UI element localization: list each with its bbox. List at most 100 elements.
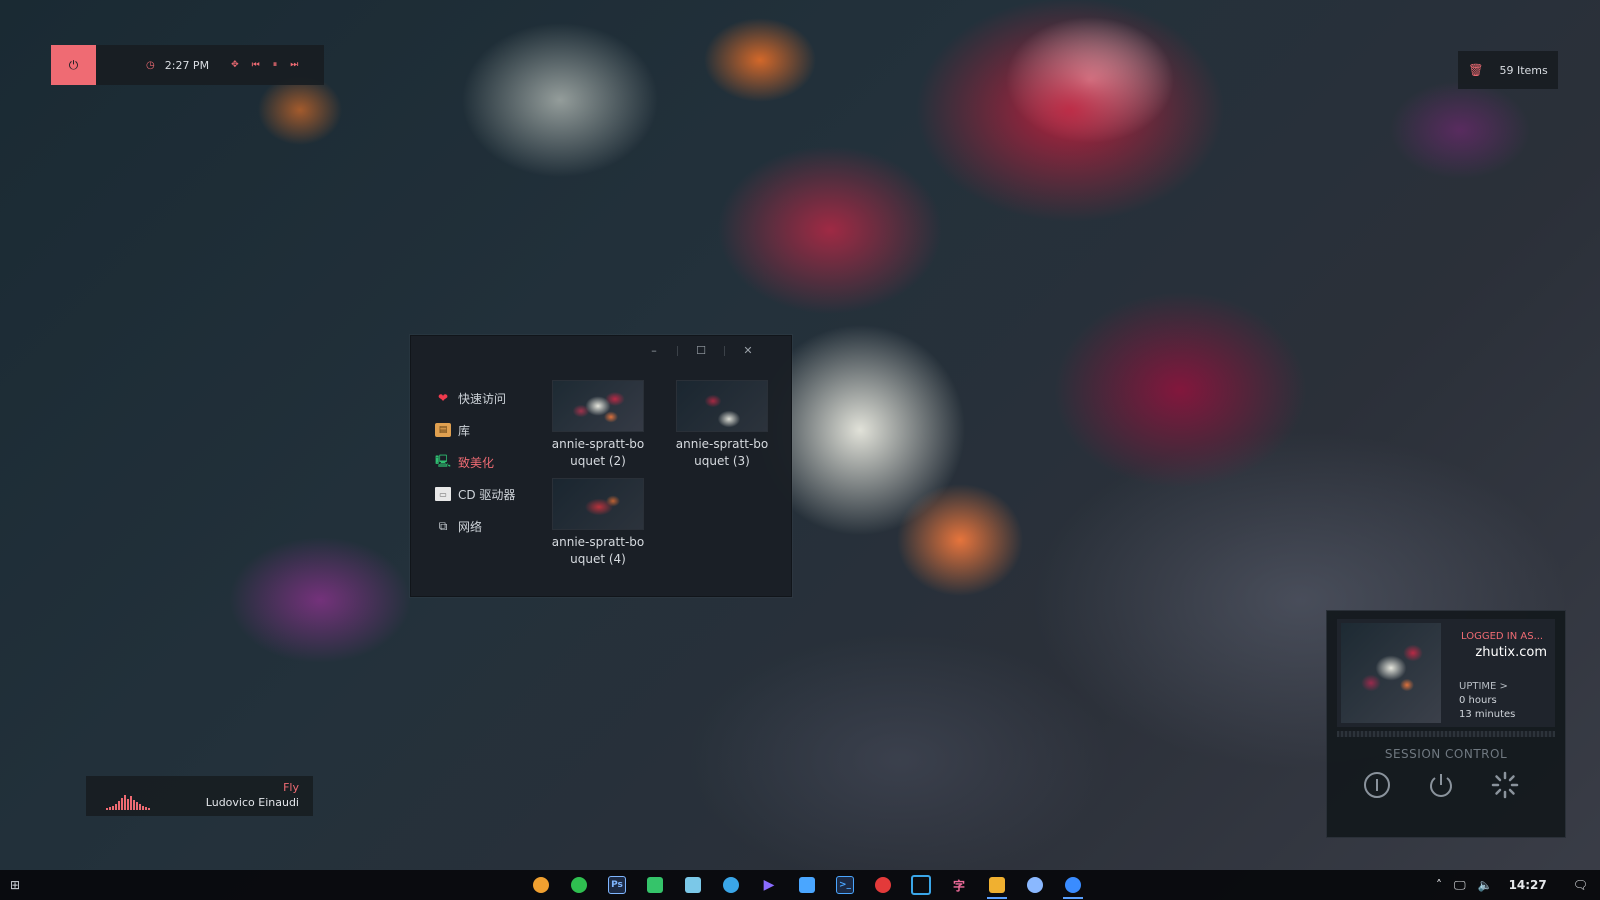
network-icon[interactable]: 🖵: [1454, 878, 1466, 893]
taskbar-app-qq[interactable]: [1016, 870, 1054, 900]
file-item[interactable]: annie-spratt-bouquet (2): [536, 380, 660, 470]
previous-icon[interactable]: ⏮: [252, 60, 260, 70]
cd-drive-icon: ▭: [435, 487, 451, 501]
shuffle-icon[interactable]: ✥: [231, 60, 239, 70]
username: zhutix.com: [1475, 645, 1547, 660]
logout-icon: [1364, 772, 1390, 798]
library-icon: ▤: [435, 423, 451, 437]
network-icon: ⧉: [438, 518, 448, 533]
font-icon: 字: [952, 878, 965, 893]
image-icon: [685, 877, 701, 893]
power-icon: ⏻: [68, 57, 79, 72]
navigation-pane: ❤ 快速访问 ▤ 库 🖳 致美化 ▭ CD 驱动器 ⧉ 网络: [435, 382, 515, 542]
uptime-minutes: 13 minutes: [1459, 709, 1516, 720]
trash-icon: 🗑: [1468, 63, 1484, 77]
browser-icon: [1065, 877, 1081, 893]
divider: [1337, 731, 1555, 737]
taskbar-app-file-explorer[interactable]: [978, 870, 1016, 900]
taskbar-app-image-viewer[interactable]: [674, 870, 712, 900]
nav-item-network[interactable]: ⧉ 网络: [435, 510, 515, 542]
nav-item-this-pc[interactable]: 🖳 致美化: [435, 446, 515, 478]
taskbar-app-font[interactable]: 字: [940, 870, 978, 900]
heart-icon: ❤: [437, 391, 449, 405]
image-thumbnail: [676, 380, 768, 432]
audio-visualizer: [106, 795, 150, 810]
file-name: annie-spratt-bouquet (4): [551, 535, 645, 566]
taskbar-apps: Ps ▶ >_ 字: [522, 870, 1092, 900]
session-controls: [1361, 769, 1521, 801]
taskbar-app-media-player[interactable]: ▶: [750, 870, 788, 900]
photoshop-icon: Ps: [608, 876, 626, 894]
taskbar-app-palette[interactable]: [712, 870, 750, 900]
clock-icon: ◷: [146, 59, 155, 71]
nav-item-label: 快速访问: [458, 391, 507, 406]
nav-item-label: CD 驱动器: [458, 487, 516, 502]
image-thumbnail: [552, 380, 644, 432]
file-item[interactable]: annie-spratt-bouquet (3): [660, 380, 784, 470]
logout-button[interactable]: [1361, 769, 1393, 801]
music-icon: [875, 877, 891, 893]
file-item[interactable]: annie-spratt-bouquet (4): [536, 478, 660, 568]
taskbar-app-browser[interactable]: [1054, 870, 1092, 900]
file-grid: annie-spratt-bouquet (2) annie-spratt-bo…: [536, 380, 784, 568]
nav-item-cd-drive[interactable]: ▭ CD 驱动器: [435, 478, 515, 510]
power-icon: [1430, 774, 1452, 797]
image-thumbnail: [552, 478, 644, 530]
nav-item-label: 致美化: [458, 455, 495, 470]
taskbar-app-wechat[interactable]: [560, 870, 598, 900]
restart-button[interactable]: [1489, 769, 1521, 801]
taskbar-app-terminal[interactable]: >_: [826, 870, 864, 900]
taskbar-app-netease-music[interactable]: [864, 870, 902, 900]
clock-time: 2:27 PM: [164, 58, 210, 72]
maximize-button[interactable]: ☐: [678, 344, 724, 357]
start-button[interactable]: ⊞: [10, 878, 20, 892]
pinwheel-icon: [533, 877, 549, 893]
file-name: annie-spratt-bouquet (3): [675, 437, 769, 468]
nav-item-library[interactable]: ▤ 库: [435, 414, 515, 446]
top-widget: ⏻ ◷ 2:27 PM ✥ ⏮ ⏸ ⏭: [51, 45, 324, 85]
minimize-button[interactable]: –: [631, 344, 677, 357]
taskbar-app-pinwheel[interactable]: [522, 870, 560, 900]
song-title: Fly: [283, 781, 299, 794]
session-panel: LOGGED IN AS... zhutix.com UPTIME > 0 ho…: [1326, 610, 1566, 838]
recycle-bin-widget[interactable]: 🗑 59 Items: [1458, 51, 1558, 89]
taskbar-app-clipboard[interactable]: [788, 870, 826, 900]
avatar: [1341, 623, 1441, 723]
qq-icon: [1027, 877, 1043, 893]
taskbar: ⊞ Ps ▶ >_ 字 ˄ 🖵 🔈 14:27 🗨: [0, 870, 1600, 900]
uptime-label: UPTIME >: [1459, 681, 1508, 692]
wechat-icon: [571, 877, 587, 893]
nav-item-quick-access[interactable]: ❤ 快速访问: [435, 382, 515, 414]
computer-icon: 🖳: [435, 453, 452, 468]
volume-icon[interactable]: 🔈: [1478, 878, 1493, 892]
windows-icon: [911, 875, 931, 895]
song-artist: Ludovico Einaudi: [205, 796, 299, 809]
now-playing-widget: Fly Ludovico Einaudi: [86, 776, 313, 816]
play-icon: ▶: [763, 877, 775, 893]
next-icon[interactable]: ⏭: [290, 60, 298, 70]
file-explorer-window: – ☐ ✕ ❤ 快速访问 ▤ 库 🖳 致美化 ▭ CD 驱动器 ⧉ 网络 ann…: [410, 335, 792, 597]
terminal-icon: >_: [836, 876, 854, 894]
shutdown-button[interactable]: [1425, 769, 1457, 801]
taskbar-app-window-manager[interactable]: [902, 870, 940, 900]
close-button[interactable]: ✕: [725, 344, 771, 357]
taskbar-app-photoshop[interactable]: Ps: [598, 870, 636, 900]
notification-icon[interactable]: 🗨: [1573, 878, 1588, 892]
taskbar-app-chart[interactable]: [636, 870, 674, 900]
clock-group: ◷ 2:27 PM: [146, 59, 209, 72]
restart-icon: [1491, 771, 1519, 799]
palette-icon: [723, 877, 739, 893]
power-button[interactable]: ⏻: [51, 45, 96, 85]
file-name: annie-spratt-bouquet (2): [551, 437, 645, 468]
media-controls: ✥ ⏮ ⏸ ⏭: [231, 60, 298, 70]
clipboard-icon: [799, 877, 815, 893]
nav-item-label: 库: [458, 423, 471, 438]
system-tray: ˄ 🖵 🔈 14:27 🗨: [1436, 870, 1588, 900]
chart-icon: [647, 877, 663, 893]
chevron-up-icon[interactable]: ˄: [1436, 878, 1442, 892]
pause-icon[interactable]: ⏸: [273, 60, 278, 70]
taskbar-clock[interactable]: 14:27: [1509, 878, 1547, 892]
desktop: ⏻ ◷ 2:27 PM ✥ ⏮ ⏸ ⏭ 🗑 59 Items – ☐ ✕ ❤ 快…: [0, 0, 1600, 900]
logged-in-label: LOGGED IN AS...: [1461, 631, 1544, 642]
recycle-item-count: 59 Items: [1499, 63, 1548, 77]
